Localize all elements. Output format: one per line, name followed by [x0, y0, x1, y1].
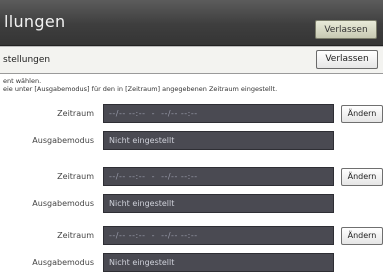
period-label: Zeitraum — [57, 172, 94, 181]
info-text-line-2: eie unter [Ausgabemodus] für den in [Zei… — [3, 85, 278, 93]
output-mode-label: Ausgabemodus — [32, 258, 94, 267]
sub-header: stellungen Verlassen — [0, 46, 383, 74]
output-mode-label: Ausgabemodus — [32, 199, 94, 208]
period-field: --/-- --:-- - --/-- --:-- — [103, 104, 334, 123]
change-button[interactable]: Ändern — [341, 105, 383, 123]
section-title: stellungen — [3, 55, 51, 65]
change-button[interactable]: Ändern — [341, 168, 383, 186]
title-bar: llungen Verlassen — [0, 0, 383, 46]
period-label: Zeitraum — [57, 109, 94, 118]
period-label: Zeitraum — [57, 231, 94, 240]
output-mode-label: Ausgabemodus — [32, 136, 94, 145]
output-mode-field: Nicht eingestellt — [103, 131, 334, 150]
section-exit-button[interactable]: Verlassen — [316, 50, 378, 69]
window-title: llungen — [4, 12, 66, 31]
period-field: --/-- --:-- - --/-- --:-- — [103, 167, 334, 186]
info-text-line-1: ent wählen. — [3, 77, 42, 85]
change-button[interactable]: Ändern — [341, 227, 383, 245]
output-mode-field: Nicht eingestellt — [103, 194, 334, 213]
output-mode-field: Nicht eingestellt — [103, 253, 334, 272]
exit-button[interactable]: Verlassen — [315, 20, 377, 39]
period-field: --/-- --:-- - --/-- --:-- — [103, 226, 334, 245]
